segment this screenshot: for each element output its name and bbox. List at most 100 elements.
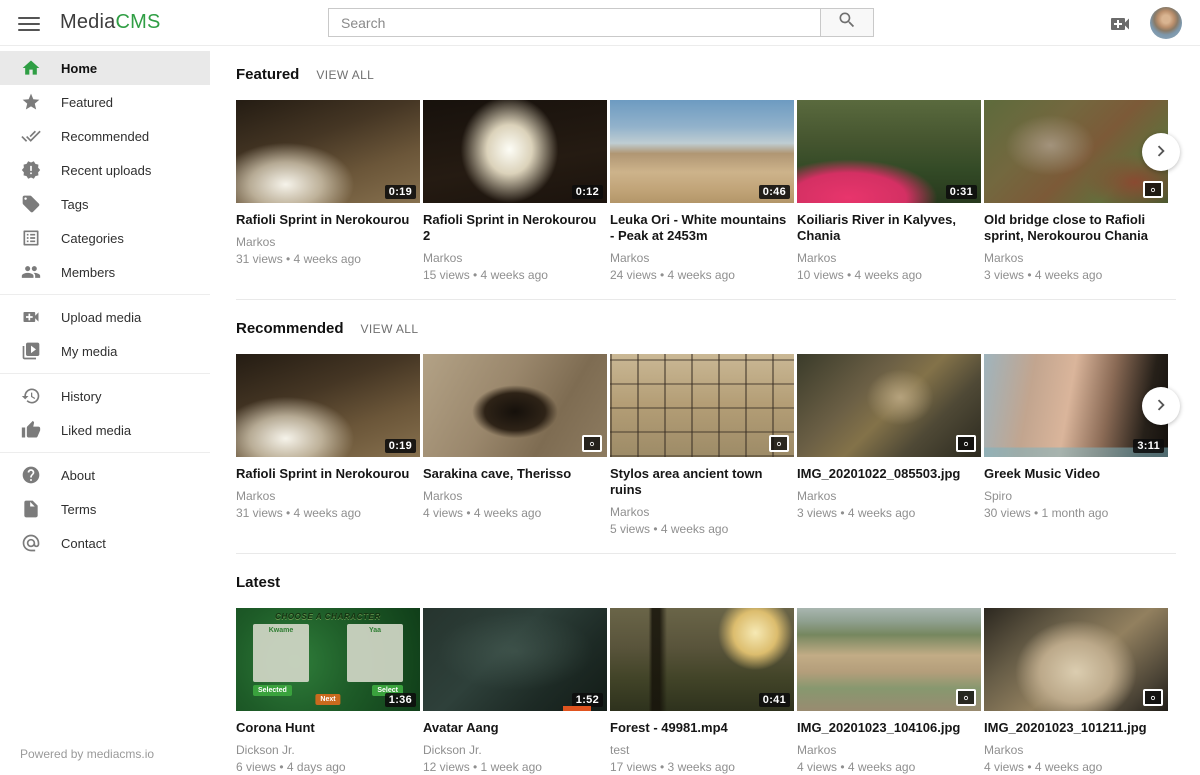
sidebar-item-categories[interactable]: Categories [0,221,210,255]
media-title[interactable]: IMG_20201022_085503.jpg [797,466,981,482]
user-avatar[interactable] [1150,7,1182,39]
sidebar-item-my-media[interactable]: My media [0,334,210,368]
media-title[interactable]: Greek Music Video [984,466,1168,482]
media-author[interactable]: Markos [423,489,607,503]
sidebar-item-featured[interactable]: Featured [0,85,210,119]
media-author[interactable]: test [610,743,794,757]
logo-text-cms: CMS [115,11,160,33]
media-card[interactable]: 1:52 Avatar Aang Dickson Jr. 12 views • … [423,608,607,774]
media-thumbnail[interactable]: 0:46 [610,100,794,203]
view-all-link[interactable]: VIEW ALL [361,322,419,336]
sidebar-item-recommended[interactable]: Recommended [0,119,210,153]
media-thumbnail[interactable]: 1:52 [423,608,607,711]
media-title[interactable]: Old bridge close to Rafioli sprint, Nero… [984,212,1168,244]
sidebar-group-browse: Home Featured Recommended Recent uploads… [0,46,210,294]
app-logo[interactable]: MediaCMS [60,11,161,34]
media-title[interactable]: Rafioli Sprint in Nerokourou [236,212,420,228]
sidebar-item-upload-media[interactable]: Upload media [0,300,210,334]
sidebar-item-contact[interactable]: Contact [0,526,210,560]
duration-badge: 0:19 [385,185,416,199]
media-title[interactable]: Forest - 49981.mp4 [610,720,794,736]
scroll-right-button[interactable] [1142,133,1180,171]
media-thumbnail[interactable]: 0:12 [423,100,607,203]
media-thumbnail[interactable] [984,608,1168,711]
sidebar-group-info: About Terms Contact [0,452,210,565]
media-author[interactable]: Markos [610,505,794,519]
sidebar-item-home[interactable]: Home [0,51,210,85]
media-card[interactable]: 0:31 Koiliaris River in Kalyves, Chania … [797,100,981,282]
media-card[interactable]: 3:11 Greek Music Video Spiro 30 views • … [984,354,1168,520]
media-author[interactable]: Markos [797,489,981,503]
media-title[interactable]: Sarakina cave, Therisso [423,466,607,482]
media-thumbnail[interactable]: 0:41 [610,608,794,711]
media-title[interactable]: Koiliaris River in Kalyves, Chania [797,212,981,244]
media-thumbnail[interactable]: CHOOSE A CHARACTER Kwame Yaa Selected Ne… [236,608,420,711]
sidebar-item-terms[interactable]: Terms [0,492,210,526]
media-card[interactable]: CHOOSE A CHARACTER Kwame Yaa Selected Ne… [236,608,420,774]
media-meta: 31 views • 4 weeks ago [236,252,420,266]
scroll-right-button[interactable] [1142,387,1180,425]
search-input[interactable] [328,8,820,37]
search-button[interactable] [820,8,874,37]
media-title[interactable]: IMG_20201023_104106.jpg [797,720,981,736]
sidebar-item-recent-uploads[interactable]: Recent uploads [0,153,210,187]
powered-by-text[interactable]: Powered by mediacms.io [20,747,154,761]
sidebar-item-members[interactable]: Members [0,255,210,289]
media-author[interactable]: Dickson Jr. [423,743,607,757]
media-card[interactable]: Stylos area ancient town ruins Markos 5 … [610,354,794,536]
media-title[interactable]: Rafioli Sprint in Nerokourou [236,466,420,482]
media-title[interactable]: Corona Hunt [236,720,420,736]
media-card[interactable]: 0:19 Rafioli Sprint in Nerokourou Markos… [236,354,420,520]
media-author[interactable]: Markos [236,235,420,249]
media-card[interactable]: 0:46 Leuka Ori - White mountains - Peak … [610,100,794,282]
game-character-box: Kwame [253,624,309,682]
media-thumbnail[interactable] [797,354,981,457]
sidebar-item-about[interactable]: About [0,458,210,492]
media-thumbnail[interactable]: 0:19 [236,100,420,203]
media-title[interactable]: Avatar Aang [423,720,607,736]
media-author[interactable]: Markos [610,251,794,265]
media-thumbnail[interactable] [423,354,607,457]
media-author[interactable]: Markos [797,743,981,757]
game-selected-button: Selected [253,685,292,696]
media-thumbnail[interactable]: 0:19 [236,354,420,457]
media-thumbnail[interactable] [984,100,1168,203]
media-author[interactable]: Markos [236,489,420,503]
media-card[interactable]: 0:12 Rafioli Sprint in Nerokourou 2 Mark… [423,100,607,282]
media-author[interactable]: Spiro [984,489,1168,503]
media-thumbnail[interactable] [797,608,981,711]
camera-icon [956,689,976,706]
sidebar-item-label: Recent uploads [61,163,151,178]
tag-icon [21,194,41,214]
duration-badge: 0:46 [759,185,790,199]
upload-media-icon[interactable] [1108,12,1132,36]
view-all-link[interactable]: VIEW ALL [316,68,374,82]
media-card[interactable]: Sarakina cave, Therisso Markos 4 views •… [423,354,607,520]
media-author[interactable]: Markos [984,251,1168,265]
media-card[interactable]: 0:41 Forest - 49981.mp4 test 17 views • … [610,608,794,774]
media-thumbnail[interactable] [610,354,794,457]
media-card[interactable]: IMG_20201023_104106.jpg Markos 4 views •… [797,608,981,774]
media-thumbnail[interactable]: 0:31 [797,100,981,203]
media-card[interactable]: IMG_20201023_101211.jpg Markos 4 views •… [984,608,1168,774]
media-title[interactable]: Leuka Ori - White mountains - Peak at 24… [610,212,794,244]
media-title[interactable]: IMG_20201023_101211.jpg [984,720,1168,736]
duration-badge: 0:19 [385,439,416,453]
media-meta: 24 views • 4 weeks ago [610,268,794,282]
media-card[interactable]: 0:19 Rafioli Sprint in Nerokourou Markos… [236,100,420,266]
media-meta: 4 views • 4 weeks ago [423,506,607,520]
media-card[interactable]: Old bridge close to Rafioli sprint, Nero… [984,100,1168,282]
media-card[interactable]: IMG_20201022_085503.jpg Markos 3 views •… [797,354,981,520]
sidebar-item-history[interactable]: History [0,379,210,413]
menu-icon[interactable] [18,13,40,33]
media-author[interactable]: Markos [797,251,981,265]
media-author[interactable]: Markos [423,251,607,265]
media-author[interactable]: Dickson Jr. [236,743,420,757]
sidebar-item-liked-media[interactable]: Liked media [0,413,210,447]
media-thumbnail[interactable]: 3:11 [984,354,1168,457]
section-recommended: Recommended VIEW ALL 0:19 Rafioli Sprint… [236,300,1176,554]
sidebar-item-tags[interactable]: Tags [0,187,210,221]
media-author[interactable]: Markos [984,743,1168,757]
media-title[interactable]: Rafioli Sprint in Nerokourou 2 [423,212,607,244]
media-title[interactable]: Stylos area ancient town ruins [610,466,794,498]
